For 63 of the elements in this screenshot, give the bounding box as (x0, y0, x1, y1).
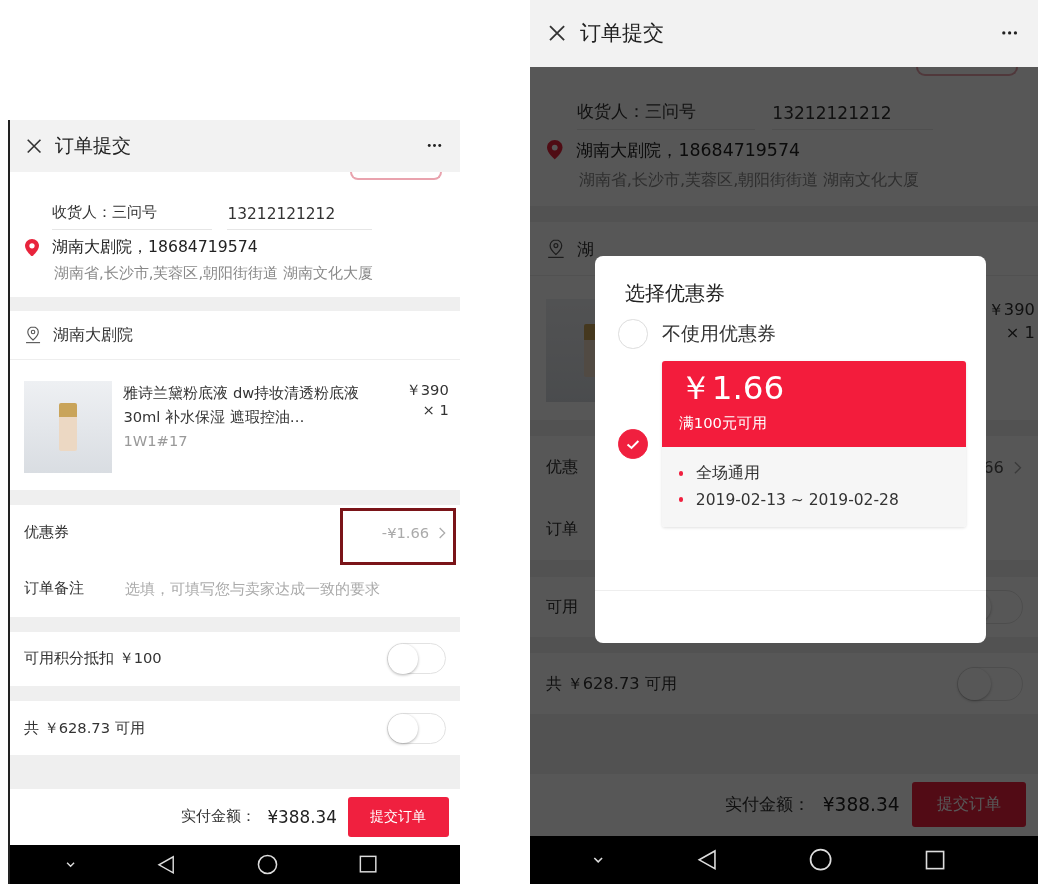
total-label: 实付金额： (725, 793, 811, 817)
submit-order-button[interactable]: 提交订单 (348, 796, 449, 838)
product-variant: 1W1#17 (123, 432, 189, 450)
product-quantity: × 1 (1004, 322, 1035, 342)
page-title: 订单提交 (54, 132, 132, 158)
toggle-label: 可用 (545, 595, 578, 618)
back-icon[interactable] (157, 854, 176, 875)
store-pin-icon (25, 326, 42, 344)
back-icon[interactable] (696, 849, 717, 871)
receiver-label: 收货人： (576, 100, 645, 131)
chevron-down-icon[interactable] (591, 856, 605, 864)
close-icon[interactable] (547, 23, 568, 44)
toggle-switch[interactable] (957, 666, 1023, 701)
total-amount: ¥388.34 (822, 794, 900, 816)
address-title: 湖南大剧院，18684719574 (576, 139, 800, 163)
coupon-label: 优惠券 (24, 523, 69, 543)
coupon-label: 优惠 (545, 456, 578, 479)
location-pin-icon (547, 140, 563, 160)
bullet-icon (678, 497, 684, 502)
product-quantity: × 1 (421, 401, 449, 419)
radio-button[interactable] (618, 429, 648, 459)
address-title: 湖南大剧院，18684719574 (52, 236, 258, 258)
note-label: 订单备注 (24, 579, 85, 599)
product-price: ￥390 (987, 299, 1035, 322)
phone-field[interactable]: 13212121212 (227, 205, 373, 230)
option-label[interactable]: 不使用优惠券 (661, 321, 776, 347)
receiver-label: 收货人： (52, 202, 112, 230)
coupon-condition: 满100元可用 (678, 414, 768, 434)
coupon-value[interactable]: -¥1.66 (381, 524, 430, 542)
submit-order-button[interactable]: 提交订单 (912, 782, 1026, 828)
coupon-detail: 2019-02-13 ~ 2019-02-28 (695, 490, 899, 509)
toggle-label: 共 ￥628.73 可用 (24, 718, 145, 738)
product-name: 雅诗兰黛粉底液 dw持妆清透粉底液30ml 补水保湿 遮瑕控油… (123, 383, 361, 427)
coupon-detail: 全场通用 (695, 462, 760, 484)
coupon-amount: ￥1.66 (678, 368, 786, 410)
chevron-down-icon[interactable] (64, 860, 76, 868)
note-field[interactable]: 选填，可填写您与卖家达成一致的要求 (125, 580, 446, 598)
home-icon[interactable] (809, 848, 833, 872)
total-label: 实付金额： (181, 806, 257, 828)
bullet-icon (678, 470, 684, 476)
name-field[interactable]: 三问号 (112, 202, 213, 230)
close-icon[interactable] (25, 136, 44, 155)
dialog-title: 选择优惠券 (624, 279, 727, 307)
address-detail: 湖南省,长沙市,芙蓉区,朝阳街街道 湖南文化大厦 (53, 263, 374, 283)
store-name: 湖南大剧院 (52, 324, 133, 346)
note-label: 订单 (545, 518, 579, 541)
store-name: 湖 (577, 237, 595, 261)
home-icon[interactable] (256, 853, 278, 875)
coupon-header[interactable]: ￥1.66 满100元可用 (661, 361, 966, 448)
cropped-button[interactable] (916, 66, 1018, 76)
toggle-label: 共 ￥628.73 可用 (545, 672, 677, 695)
phone-field[interactable]: 13212121212 (772, 103, 933, 131)
recents-icon[interactable] (359, 855, 378, 874)
toggle-label: 可用积分抵扣 ￥100 (24, 649, 162, 669)
toggle-switch[interactable] (387, 712, 446, 744)
product-price: ￥390 (405, 381, 449, 400)
toggle-switch[interactable] (387, 643, 446, 675)
recents-icon[interactable] (925, 849, 946, 871)
location-pin-icon (25, 238, 40, 257)
total-amount: ¥388.34 (267, 806, 337, 827)
store-pin-icon (547, 239, 565, 259)
page-title: 订单提交 (579, 20, 665, 48)
check-icon (626, 438, 641, 450)
